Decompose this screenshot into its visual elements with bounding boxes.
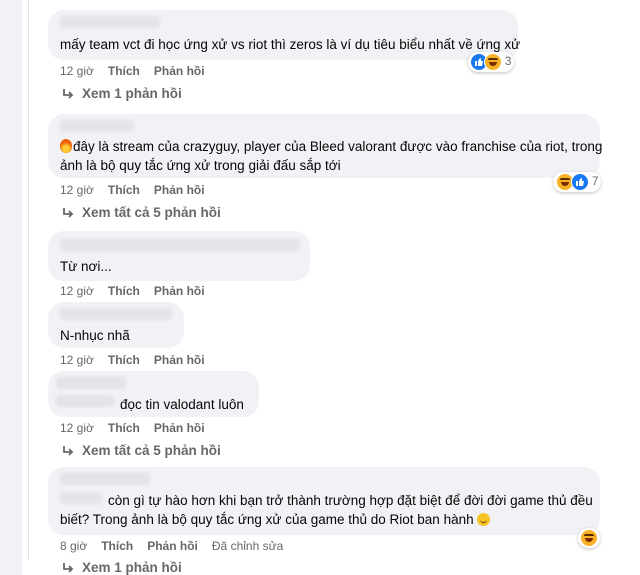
comment-text: mấy team vct đi học ứng xử vs riot thì z… [60, 37, 521, 52]
comment-bubble: mấy team vct đi học ứng xử vs riot thì z… [48, 10, 521, 60]
reply-button[interactable]: Phản hồi [154, 421, 205, 435]
comment-time[interactable]: 12 giờ [60, 64, 94, 78]
comment-bubble: đây là stream của crazyguy, player của B… [48, 114, 602, 178]
left-rail [0, 0, 22, 575]
reaction-count: 3 [505, 56, 512, 68]
blurred-author-name [60, 239, 300, 251]
blurred-author-name [60, 16, 160, 28]
comment-line: biết? Trong ảnh là bộ quy tắc ứng xử của… [60, 510, 491, 529]
smile-emoji-icon [477, 513, 491, 526]
view-replies-label: Xem 1 phản hồi [82, 560, 182, 575]
comment-time[interactable]: 12 giờ [60, 183, 94, 197]
comment-bubble: Từ nơi... [48, 231, 310, 281]
haha-icon [484, 53, 502, 71]
comment-time[interactable]: 12 giờ [60, 284, 94, 298]
view-replies-label: Xem 1 phản hồi [82, 86, 182, 101]
comment-bubble: N-nhục nhã [48, 302, 184, 348]
like-button[interactable]: Thích [108, 421, 140, 435]
view-replies-link[interactable]: Xem tất cả 5 phản hồi [62, 443, 221, 458]
blurred-author-name [60, 492, 102, 504]
like-button[interactable]: Thích [101, 539, 133, 553]
comment-actions: 12 giờ Thích Phản hồi [60, 421, 205, 435]
reply-button[interactable]: Phản hồi [154, 353, 205, 367]
thread-line [28, 0, 29, 560]
comment-text: đọc tin valodant luôn [120, 397, 244, 412]
blurred-author-name [60, 473, 150, 485]
like-button[interactable]: Thích [108, 284, 140, 298]
comment-text: đây là stream của crazyguy, player của B… [73, 139, 603, 154]
view-replies-link[interactable]: Xem 1 phản hồi [62, 560, 182, 575]
like-button[interactable]: Thích [108, 183, 140, 197]
reply-button[interactable]: Phản hồi [147, 539, 198, 553]
reaction-summary[interactable]: 3 [468, 52, 515, 72]
view-replies-link[interactable]: Xem tất cả 5 phản hồi [62, 205, 221, 220]
comment-line: đây là stream của crazyguy, player của B… [60, 137, 602, 156]
reply-button[interactable]: Phản hồi [154, 284, 205, 298]
comment-bubble: còn gì tự hào hơn khi bạn trở thành trườ… [48, 467, 600, 535]
reply-arrow-icon [63, 88, 74, 99]
comment-actions: 12 giờ Thích Phản hồi [60, 353, 205, 367]
comment-text: biết? Trong ảnh là bộ quy tắc ứng xử của… [60, 512, 474, 527]
blurred-author-name [60, 120, 134, 132]
comment-text: Từ nơi... [60, 259, 112, 274]
comment-actions: 12 giờ Thích Phản hồi [60, 284, 205, 298]
view-replies-link[interactable]: Xem 1 phản hồi [62, 86, 182, 101]
reaction-summary[interactable] [578, 528, 600, 548]
reply-arrow-icon [63, 445, 74, 456]
edited-label: Đã chỉnh sửa [211, 539, 284, 553]
reply-arrow-icon [63, 562, 74, 573]
like-button[interactable]: Thích [108, 353, 140, 367]
comment-actions: 12 giờ Thích Phản hồi [60, 183, 205, 197]
blurred-author-name [60, 308, 172, 320]
blurred-author-name [56, 377, 126, 389]
comment-time[interactable]: 12 giờ [60, 421, 94, 435]
view-replies-label: Xem tất cả 5 phản hồi [82, 443, 221, 458]
reaction-count: 7 [592, 176, 599, 188]
reply-arrow-icon [63, 207, 74, 218]
view-replies-label: Xem tất cả 5 phản hồi [82, 205, 221, 220]
comment-text: còn gì tự hào hơn khi bạn trở thành trườ… [108, 493, 593, 508]
comment-text: ảnh là bộ quy tắc ứng xử trong giải đấu … [60, 158, 341, 173]
reply-button[interactable]: Phản hồi [154, 64, 205, 78]
comment-text: N-nhục nhã [60, 328, 130, 343]
fire-emoji-icon [60, 139, 72, 153]
comment-time[interactable]: 8 giờ [60, 539, 87, 553]
comment-time[interactable]: 12 giờ [60, 353, 94, 367]
haha-icon [580, 529, 598, 547]
comment-bubble: đọc tin valodant luôn [48, 371, 259, 417]
reaction-summary[interactable]: 7 [553, 172, 602, 192]
reply-button[interactable]: Phản hồi [154, 183, 205, 197]
like-icon [571, 173, 589, 191]
blurred-author-name [56, 395, 114, 407]
comment-actions: 12 giờ Thích Phản hồi [60, 64, 205, 78]
comment-actions: 8 giờ Thích Phản hồi Đã chỉnh sửa [60, 539, 283, 553]
like-button[interactable]: Thích [108, 64, 140, 78]
